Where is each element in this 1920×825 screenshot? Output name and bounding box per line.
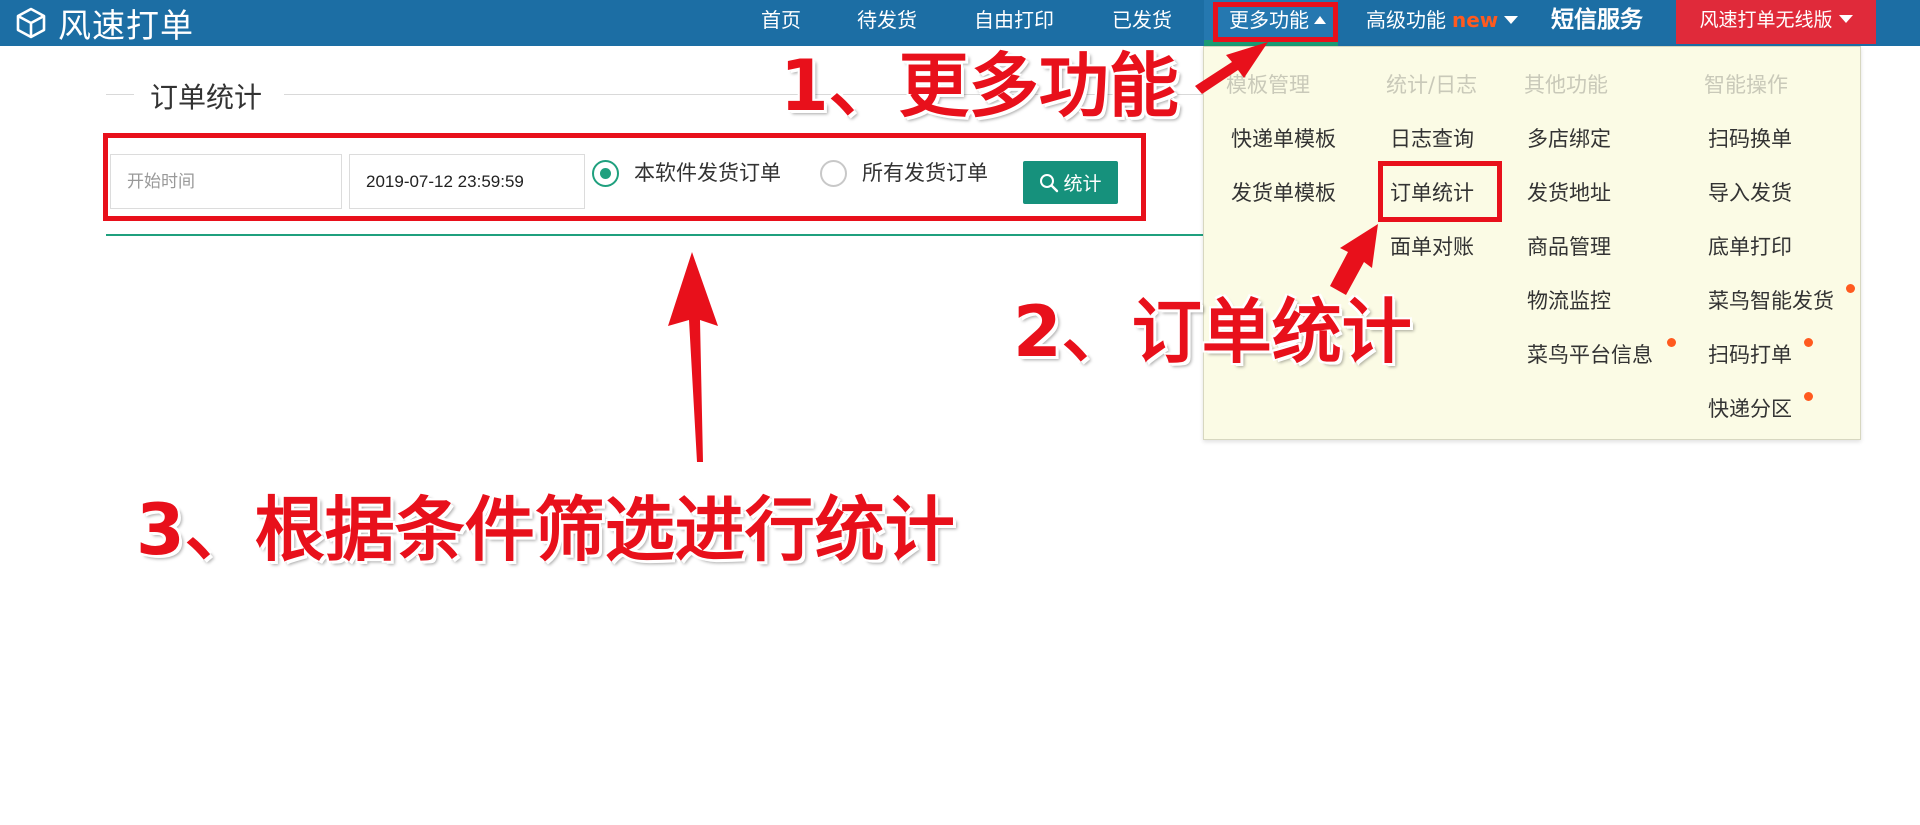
new-dot-icon [1846, 284, 1855, 293]
cube-logo-icon [16, 7, 46, 39]
menu-product-manage[interactable]: 商品管理 [1527, 231, 1611, 261]
new-badge: new [1452, 8, 1499, 32]
menu-express-template[interactable]: 快递单模板 [1231, 123, 1336, 153]
menu-import-ship[interactable]: 导入发货 [1708, 177, 1792, 207]
new-dot-icon [1804, 338, 1813, 347]
nav-advanced[interactable]: 高级功能 new [1366, 0, 1519, 40]
results-divider [106, 234, 1204, 236]
highlight-box-order-stats [1378, 161, 1502, 222]
annotation-step3: 3、根据条件筛选进行统计 [136, 489, 955, 571]
menu-cainiao-smart-ship[interactable]: 菜鸟智能发货 [1708, 285, 1834, 315]
nav-advanced-label: 高级功能 [1366, 8, 1446, 32]
col-header-template: 模板管理 [1226, 73, 1310, 97]
menu-scan-print[interactable]: 扫码打单 [1708, 339, 1792, 369]
app-logo[interactable]: 风速打单 [14, 3, 194, 45]
caret-down-icon [1504, 16, 1519, 24]
col-header-other: 其他功能 [1524, 73, 1608, 97]
nav-sms[interactable]: 短信服务 [1551, 0, 1643, 40]
menu-scan-swap[interactable]: 扫码换单 [1708, 123, 1792, 153]
section-divider-left [106, 94, 134, 95]
menu-multi-store[interactable]: 多店绑定 [1527, 123, 1611, 153]
col-header-smart: 智能操作 [1704, 73, 1788, 97]
col-header-stats: 统计/日志 [1386, 73, 1478, 97]
menu-invoice-template[interactable]: 发货单模板 [1231, 177, 1336, 207]
wireless-label: 风速打单无线版 [1699, 9, 1833, 31]
annotation-step2: 2、订单统计 [1013, 291, 1412, 373]
menu-logistics-monitor[interactable]: 物流监控 [1527, 285, 1611, 315]
arrow-to-filters-icon [668, 252, 718, 462]
more-features-dropdown: 模板管理 统计/日志 其他功能 智能操作 快递单模板 发货单模板 日志查询 订单… [1203, 46, 1861, 440]
highlight-box-filters [103, 133, 1146, 221]
highlight-box-more [1213, 2, 1338, 42]
new-dot-icon [1804, 392, 1813, 401]
annotation-step1: 1、更多功能 [780, 45, 1179, 127]
new-dot-icon [1667, 338, 1676, 347]
menu-base-print[interactable]: 底单打印 [1708, 231, 1792, 261]
page-title: 订单统计 [150, 81, 263, 114]
menu-express-zone[interactable]: 快递分区 [1708, 393, 1792, 423]
caret-down-icon [1838, 15, 1853, 23]
menu-log-query[interactable]: 日志查询 [1390, 123, 1474, 153]
menu-ship-address[interactable]: 发货地址 [1527, 177, 1611, 207]
app-name: 风速打单 [58, 6, 194, 45]
wireless-version-button[interactable]: 风速打单无线版 [1676, 0, 1876, 44]
menu-cainiao-info[interactable]: 菜鸟平台信息 [1527, 339, 1653, 369]
menu-waybill-reconcile[interactable]: 面单对账 [1390, 231, 1474, 261]
